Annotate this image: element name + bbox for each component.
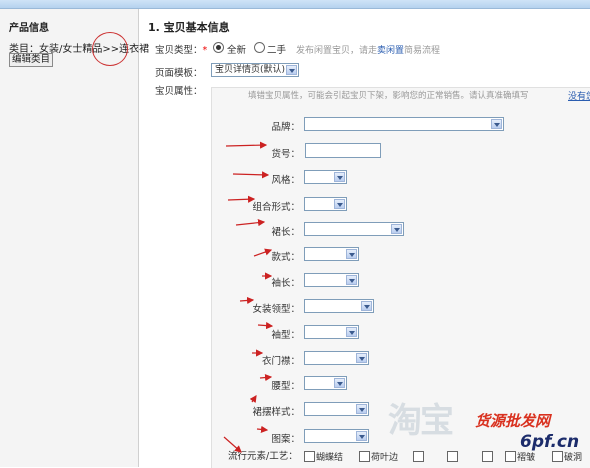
attr-select-7[interactable]: [304, 299, 374, 313]
attr-label-8: 袖型：: [271, 330, 300, 341]
watermark-taobao: 淘宝: [388, 401, 454, 441]
attr-select-0[interactable]: [304, 117, 504, 131]
attrs-hint: 填错宝贝属性，可能会引起宝贝下架，影响您的正常销售。请认真准确填写: [248, 91, 529, 101]
attr-select-10[interactable]: [304, 376, 347, 390]
edit-category-button[interactable]: 编辑类目: [9, 53, 54, 67]
template-label: 页面模板：: [155, 68, 203, 79]
item-type-label: 宝贝类型：*: [155, 45, 208, 56]
attr-select-6[interactable]: [304, 273, 359, 287]
template-select[interactable]: 宝贝详情页(默认): [211, 63, 299, 77]
attr-label-10: 腰型：: [271, 381, 300, 392]
attr-select-2[interactable]: [304, 170, 347, 184]
chevron-down-icon: [334, 199, 345, 209]
chevron-down-icon: [334, 172, 345, 182]
top-bar: [0, 0, 590, 9]
attr-select-9[interactable]: [304, 351, 369, 365]
radio-used-label: 二手: [267, 45, 287, 56]
attr-label-2: 风格：: [271, 175, 300, 186]
element-checkbox-3[interactable]: [447, 451, 458, 462]
chevron-down-icon: [391, 224, 402, 234]
section-title: 1. 宝贝基本信息: [148, 21, 230, 34]
attrs-help-link[interactable]: 没有您: [568, 89, 590, 102]
attr-label-0: 品牌：: [271, 122, 300, 133]
attr-text-input-1[interactable]: [305, 143, 381, 158]
attr-label-7: 女装领型：: [252, 304, 300, 315]
attr-label-12: 图案：: [271, 434, 300, 445]
attr-label-1: 货号：: [271, 149, 300, 160]
watermark-site-name: 货源批发网: [475, 412, 551, 430]
element-checkbox-4[interactable]: [482, 451, 493, 462]
chevron-down-icon: [356, 353, 367, 363]
radio-new-label: 全新: [227, 45, 247, 56]
chevron-down-icon: [346, 327, 357, 337]
attr-label-11: 裙摆样式：: [252, 407, 300, 418]
attr-select-5[interactable]: [304, 247, 359, 261]
attr-label-3: 组合形式：: [252, 202, 300, 213]
chevron-down-icon: [286, 65, 297, 75]
chevron-down-icon: [356, 404, 367, 414]
attr-select-3[interactable]: [304, 197, 347, 211]
attr-select-12[interactable]: [304, 429, 369, 443]
element-checkbox-5[interactable]: [505, 451, 516, 462]
element-checkbox-6[interactable]: [552, 451, 563, 462]
attr-label-6: 袖长：: [271, 278, 300, 289]
element-checkbox-0[interactable]: [304, 451, 315, 462]
sidebar: 产品信息 类目：女装/女士精品>>连衣裙 编辑类目: [0, 9, 149, 467]
attr-label-4: 裙长：: [271, 227, 300, 238]
chevron-down-icon: [346, 249, 357, 259]
radio-used[interactable]: [254, 42, 265, 53]
chevron-down-icon: [334, 378, 345, 388]
annotation-circle: [92, 32, 128, 66]
main-panel: 1. 宝贝基本信息 宝贝类型：* 全新 二手 发布闲置宝贝，请走卖闲置简易流程 …: [139, 9, 590, 468]
attr-label-9: 衣门襟：: [261, 356, 300, 367]
attrs-label: 宝贝属性：: [155, 86, 203, 97]
element-option-label-0: 蝴蝶结: [316, 453, 344, 463]
attr-label-5: 款式：: [271, 252, 300, 263]
chevron-down-icon: [356, 431, 367, 441]
chevron-down-icon: [361, 301, 372, 311]
element-checkbox-1[interactable]: [359, 451, 370, 462]
attr-select-11[interactable]: [304, 402, 369, 416]
sell-idle-link[interactable]: 卖闲置: [377, 46, 404, 56]
element-checkbox-2[interactable]: [413, 451, 424, 462]
radio-new[interactable]: [213, 42, 224, 53]
elements-label: 流行元素/工艺：: [228, 451, 298, 462]
element-option-label-1: 荷叶边: [371, 453, 399, 463]
watermark-url: 6pf.cn: [520, 432, 580, 452]
attr-select-4[interactable]: [304, 222, 404, 236]
used-hint: 发布闲置宝贝，请走卖闲置简易流程: [296, 46, 441, 56]
attr-select-8[interactable]: [304, 325, 359, 339]
chevron-down-icon: [491, 119, 502, 129]
sidebar-title: 产品信息: [9, 23, 49, 34]
chevron-down-icon: [346, 275, 357, 285]
